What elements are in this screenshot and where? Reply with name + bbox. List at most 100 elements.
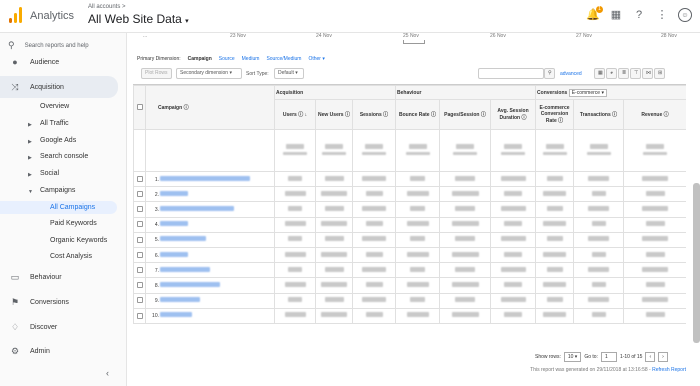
refresh-report-link[interactable]: Refresh Report [652,367,686,373]
campaign-link[interactable] [160,175,251,181]
dimension-source-medium[interactable]: Source/Medium [266,56,301,62]
pivot-view-icon[interactable]: ⊞ [654,68,665,79]
dimension-other[interactable]: Other ▾ [308,56,324,62]
pie-view-icon[interactable]: ◕ [606,68,617,79]
table-row[interactable]: 4. [133,216,686,233]
sidebar-item-audience[interactable]: ● Audience [0,55,118,69]
sidebar-sub-campaigns[interactable]: Campaigns [40,187,75,194]
table-view-icon[interactable]: ▦ [594,68,605,79]
expand-arrow-icon[interactable]: ▶ [28,122,32,128]
table-row[interactable]: 7. [133,262,686,279]
sidebar-sub-organic-keywords[interactable]: Organic Keywords [50,237,107,244]
sidebar-item-admin[interactable]: ⚙ Admin [0,344,118,358]
campaign-link[interactable] [160,251,189,257]
col-avg-session[interactable]: Avg. Session Duration ⓘ [489,99,537,130]
table-row[interactable]: 5. [133,231,686,248]
sidebar-sub-overview[interactable]: Overview [40,103,69,110]
chart-scroll-handle[interactable] [403,40,425,44]
comparison-view-icon[interactable]: ⊤ [630,68,641,79]
collapse-arrow-icon[interactable]: ▼ [28,189,33,195]
apps-grid-icon[interactable]: ▦ [609,8,623,22]
campaign-link[interactable] [160,221,189,227]
metric-cell [274,170,316,188]
col-bounce-rate[interactable]: Bounce Rate ⓘ [395,99,440,130]
prev-page-button[interactable]: ‹ [645,352,656,362]
campaign-link[interactable] [160,205,235,211]
sidebar-sub-paid-keywords[interactable]: Paid Keywords [50,220,97,227]
expand-arrow-icon[interactable]: ▶ [28,155,32,161]
sort-type-select[interactable]: Default ▾ [274,68,304,79]
account-breadcrumb[interactable]: All accounts > [88,4,126,10]
table-row[interactable]: 10. [133,307,686,324]
campaign-header[interactable]: Campaign ⓘ [145,85,275,130]
table-row[interactable]: 6. [133,246,686,264]
sidebar-search[interactable]: ⚲ Search reports and help [8,40,89,51]
rows-per-page-select[interactable]: 10 ▾ [563,352,582,362]
row-checkbox[interactable] [136,267,143,274]
row-checkbox[interactable] [136,175,143,182]
row-checkbox[interactable] [136,312,143,319]
col-conversion-rate[interactable]: E-commerce Conversion Rate ⓘ [535,99,575,130]
campaign-link[interactable] [160,266,211,272]
plot-rows-button[interactable]: Plot Rows [141,68,172,79]
collapse-sidebar-icon[interactable]: ‹ [106,368,109,378]
campaign-link[interactable] [160,281,221,287]
col-users[interactable]: Users ⓘ ↓ [274,99,316,130]
dimension-medium[interactable]: Medium [242,56,260,62]
sidebar-sub-all-traffic[interactable]: All Traffic [40,120,69,127]
total-cell [489,129,537,172]
goto-page-input[interactable]: 1 [600,352,617,362]
expand-arrow-icon[interactable]: ▶ [28,139,32,145]
goal-select[interactable]: E-commerce ▾ [568,88,607,97]
table-row[interactable]: 3. [133,201,686,218]
col-pages-session[interactable]: Pages/Session ⓘ [439,99,491,130]
table-row[interactable]: 8. [133,277,686,294]
analytics-logo[interactable] [9,7,22,23]
next-page-button[interactable]: › [658,352,668,362]
advanced-filter-link[interactable]: advanced [560,71,582,77]
sidebar-sub-all-campaigns[interactable]: All Campaigns [0,201,117,214]
secondary-dimension-select[interactable]: Secondary dimension ▾ [176,68,242,79]
row-checkbox[interactable] [136,191,143,198]
performance-view-icon[interactable]: ≣ [618,68,629,79]
table-row[interactable]: 2. [133,186,686,203]
row-checkbox[interactable] [136,221,143,228]
search-icon[interactable]: ⚲ [544,68,555,79]
campaign-link[interactable] [160,297,201,303]
campaign-link[interactable] [160,312,193,318]
more-vert-icon[interactable]: ⋮ [655,8,669,22]
expand-arrow-icon[interactable]: ▶ [28,172,32,178]
scrollbar[interactable] [693,183,700,343]
sidebar-item-conversions[interactable]: ⚑ Conversions [0,295,118,309]
col-revenue[interactable]: Revenue ⓘ [623,99,686,130]
row-checkbox[interactable] [136,236,143,243]
select-all-checkbox[interactable] [136,104,143,111]
col-sessions[interactable]: Sessions ⓘ [352,99,396,130]
row-checkbox[interactable] [136,297,143,304]
sidebar-sub-social[interactable]: Social [40,170,59,177]
sidebar-sub-google-ads[interactable]: Google Ads [40,137,76,144]
dimension-campaign[interactable]: Campaign [188,56,212,62]
sidebar-sub-search-console[interactable]: Search console [40,153,88,160]
help-icon[interactable]: ? [632,8,646,22]
sidebar-item-acquisition[interactable]: ⤨ Acquisition [0,76,118,98]
table-row[interactable]: 1. [133,170,686,188]
col-transactions[interactable]: Transactions ⓘ [573,99,625,130]
campaign-link[interactable] [160,236,207,242]
row-checkbox[interactable] [136,251,143,258]
col-new-users[interactable]: New Users ⓘ [315,99,353,130]
campaign-link[interactable] [160,190,189,196]
search-input[interactable]: Search reports and help [25,43,89,49]
term-cloud-icon[interactable]: ⋈ [642,68,653,79]
dimension-source[interactable]: Source [219,56,235,62]
sidebar-item-discover[interactable]: ♢ Discover [0,320,118,334]
table-row[interactable]: 9. [133,292,686,309]
table-filter-input[interactable] [478,68,544,79]
row-checkbox[interactable] [136,282,143,289]
sidebar-item-behaviour[interactable]: ▭ Behaviour [0,270,118,284]
avatar[interactable]: ☺ [678,8,692,22]
sidebar-sub-cost-analysis[interactable]: Cost Analysis [50,253,92,260]
row-checkbox[interactable] [136,206,143,213]
bell-icon[interactable]: 🔔 1 [586,6,603,22]
property-selector[interactable]: All Web Site Data ▾ [88,12,189,26]
